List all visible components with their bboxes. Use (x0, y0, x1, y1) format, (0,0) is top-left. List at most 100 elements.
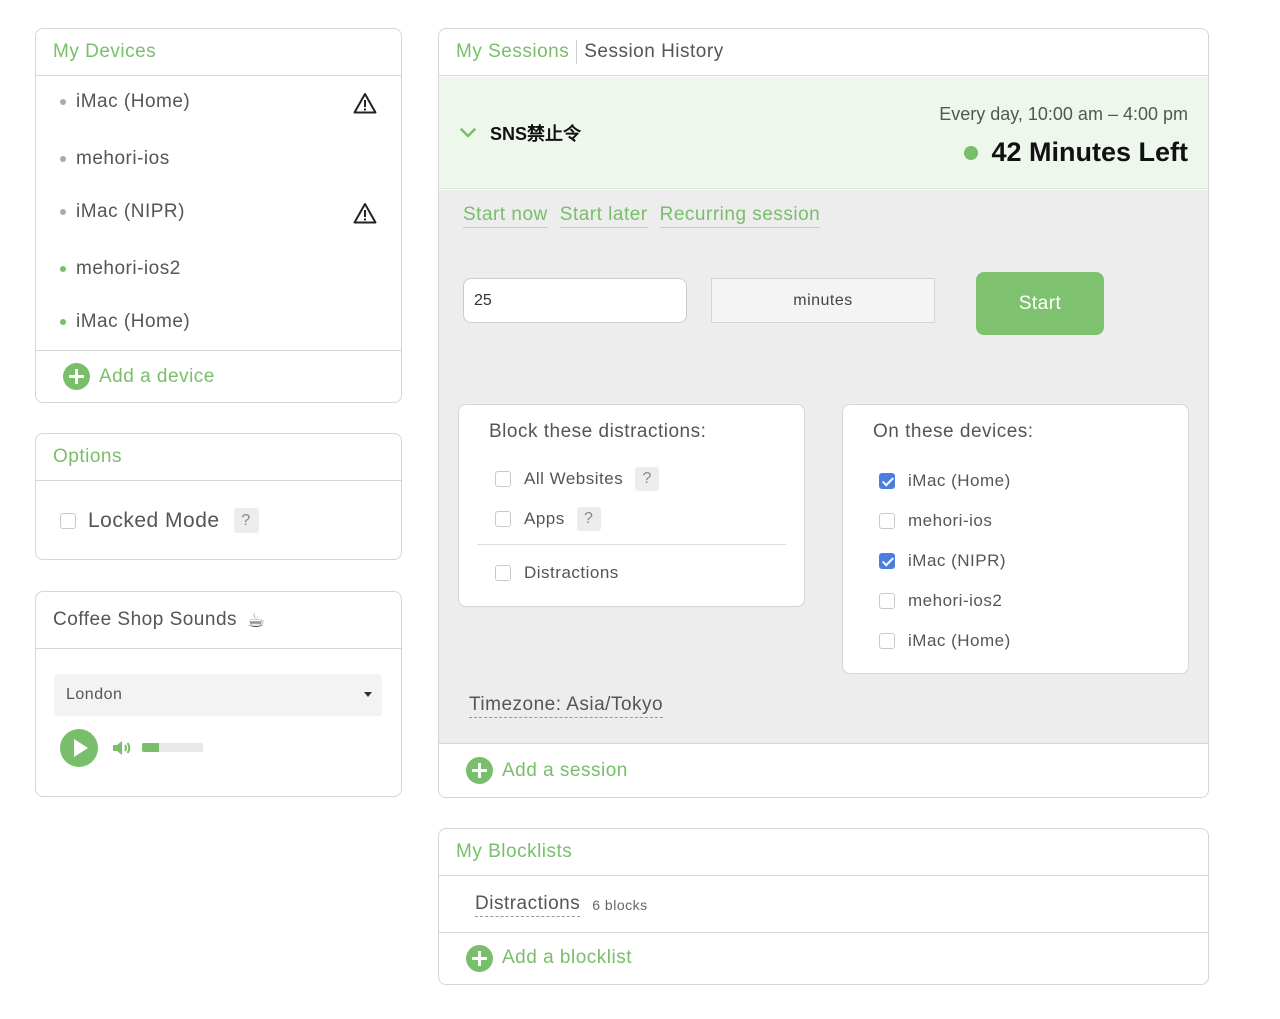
target-device-mehori-ios2[interactable]: mehori-ios2 (879, 591, 1002, 611)
coffee-shop-header: Coffee Shop Sounds ☕ (36, 592, 401, 649)
device-label: mehori-ios (76, 148, 170, 169)
target-device-imac-home-2[interactable]: iMac (Home) (879, 631, 1011, 651)
session-body: Start now Start later Recurring session … (439, 190, 1208, 745)
help-icon[interactable]: ? (635, 467, 660, 491)
plus-icon (466, 944, 493, 972)
warning-icon[interactable] (353, 202, 377, 224)
start-button[interactable]: Start (976, 272, 1104, 335)
block-item-distractions[interactable]: Distractions (495, 563, 619, 583)
sessions-panel: My Sessions Session History SNS禁止令 Every… (438, 28, 1209, 798)
start-now-link[interactable]: Start now (463, 204, 548, 228)
blocklists-panel-title: My Blocklists (439, 829, 1208, 876)
target-device-imac-nipr[interactable]: iMac (NIPR) (879, 551, 1006, 571)
card-divider (477, 544, 786, 545)
device-checkbox-checked[interactable] (879, 473, 895, 489)
device-item-mehori-ios2[interactable]: mehori-ios2 (60, 258, 181, 280)
blocklist-name[interactable]: Distractions (475, 893, 581, 917)
plus-icon (466, 757, 493, 784)
volume-slider[interactable] (142, 743, 203, 752)
blocklists-panel: My Blocklists Distractions 6 blocks Add … (438, 828, 1209, 985)
device-checkbox[interactable] (879, 593, 895, 609)
add-device-button[interactable]: Add a device (36, 350, 401, 402)
play-icon[interactable] (60, 729, 98, 767)
city-select[interactable]: London (54, 674, 382, 716)
locked-mode-checkbox[interactable] (60, 512, 76, 529)
time-left: 42 Minutes Left (964, 137, 1188, 168)
coffee-cup-icon: ☕ (247, 609, 266, 632)
target-device-mehori-ios[interactable]: mehori-ios (879, 511, 992, 531)
caret-down-icon (364, 692, 372, 697)
city-select-value: London (66, 686, 123, 703)
start-later-link[interactable]: Start later (559, 204, 648, 228)
duration-unit-select[interactable]: minutes (711, 278, 935, 323)
distractions-checkbox[interactable] (495, 565, 511, 581)
plus-icon (63, 363, 90, 390)
block-item-all-websites[interactable]: All Websites ? (495, 467, 660, 491)
block-item-label: Distractions (524, 563, 619, 582)
blocklist-item[interactable]: Distractions 6 blocks (439, 877, 1208, 933)
help-icon[interactable]: ? (576, 507, 601, 531)
block-item-apps[interactable]: Apps ? (495, 507, 601, 531)
session-header[interactable]: SNS禁止令 Every day, 10:00 am – 4:00 pm 42 … (439, 77, 1208, 189)
coffee-shop-title: Coffee Shop Sounds (53, 609, 238, 630)
add-session-button[interactable]: Add a session (439, 743, 1208, 797)
session-schedule: Every day, 10:00 am – 4:00 pm (939, 104, 1188, 124)
devices-panel-title: My Devices (36, 29, 401, 76)
target-device-label: iMac (Home) (908, 471, 1011, 490)
target-devices-card: On these devices: iMac (Home) mehori-ios… (842, 404, 1189, 674)
device-item-imac-nipr[interactable]: iMac (NIPR) (60, 201, 185, 223)
time-left-text: 42 Minutes Left (991, 137, 1188, 167)
devices-card-title: On these devices: (873, 421, 1034, 442)
recurring-session-link[interactable]: Recurring session (659, 204, 821, 228)
device-checkbox[interactable] (879, 513, 895, 529)
tab-separator (576, 40, 578, 64)
help-icon[interactable]: ? (233, 508, 259, 533)
all-websites-checkbox[interactable] (495, 471, 511, 487)
add-blocklist-label: Add a blocklist (502, 947, 633, 968)
volume-fill (142, 743, 160, 752)
device-item-imac-home-2[interactable]: iMac (Home) (60, 311, 190, 333)
chevron-down-icon[interactable] (460, 127, 476, 139)
timezone-link[interactable]: Timezone: Asia/Tokyo (469, 694, 664, 718)
target-device-label: iMac (NIPR) (908, 551, 1007, 570)
speaker-icon[interactable] (110, 736, 134, 760)
locked-mode-row: Locked Mode ? (60, 508, 259, 533)
device-checkbox-checked[interactable] (879, 553, 895, 569)
apps-checkbox[interactable] (495, 511, 511, 527)
sessions-tabs: My Sessions Session History (439, 29, 1208, 76)
device-item-mehori-ios[interactable]: mehori-ios (60, 148, 170, 170)
device-label: iMac (NIPR) (76, 201, 185, 222)
duration-unit-label: minutes (793, 291, 853, 309)
device-status-dot (60, 319, 66, 325)
device-label: iMac (Home) (76, 311, 191, 332)
duration-input[interactable] (463, 278, 687, 323)
add-session-label: Add a session (502, 759, 628, 781)
tab-my-sessions[interactable]: My Sessions (456, 41, 569, 63)
device-status-dot (60, 209, 66, 215)
tab-session-history[interactable]: Session History (584, 41, 724, 63)
target-device-label: iMac (Home) (908, 631, 1011, 650)
device-item-imac-home[interactable]: iMac (Home) (60, 91, 378, 113)
session-name: SNS禁止令 (490, 124, 582, 144)
device-status-dot (60, 156, 66, 162)
start-options: Start now Start later Recurring session (463, 204, 821, 228)
target-device-label: mehori-ios (908, 511, 993, 530)
active-status-dot (964, 145, 979, 160)
device-checkbox[interactable] (879, 633, 895, 649)
locked-mode-label: Locked Mode (88, 508, 220, 532)
warning-icon[interactable] (353, 92, 377, 114)
coffee-shop-panel: Coffee Shop Sounds ☕ London (35, 591, 402, 797)
options-panel: Options Locked Mode ? (35, 433, 402, 560)
device-label: iMac (Home) (76, 91, 191, 112)
add-blocklist-button[interactable]: Add a blocklist (439, 932, 1208, 984)
device-status-dot (60, 266, 66, 272)
target-device-imac-home[interactable]: iMac (Home) (879, 471, 1011, 491)
devices-panel: My Devices iMac (Home) mehori-ios iMac (… (35, 28, 402, 403)
add-device-label: Add a device (99, 365, 215, 387)
block-item-label: All Websites (524, 469, 624, 488)
device-label: mehori-ios2 (76, 258, 181, 279)
block-distractions-card: Block these distractions: All Websites ?… (458, 404, 805, 607)
block-item-label: Apps (524, 509, 565, 528)
block-card-title: Block these distractions: (489, 421, 707, 442)
device-status-dot (60, 99, 66, 105)
